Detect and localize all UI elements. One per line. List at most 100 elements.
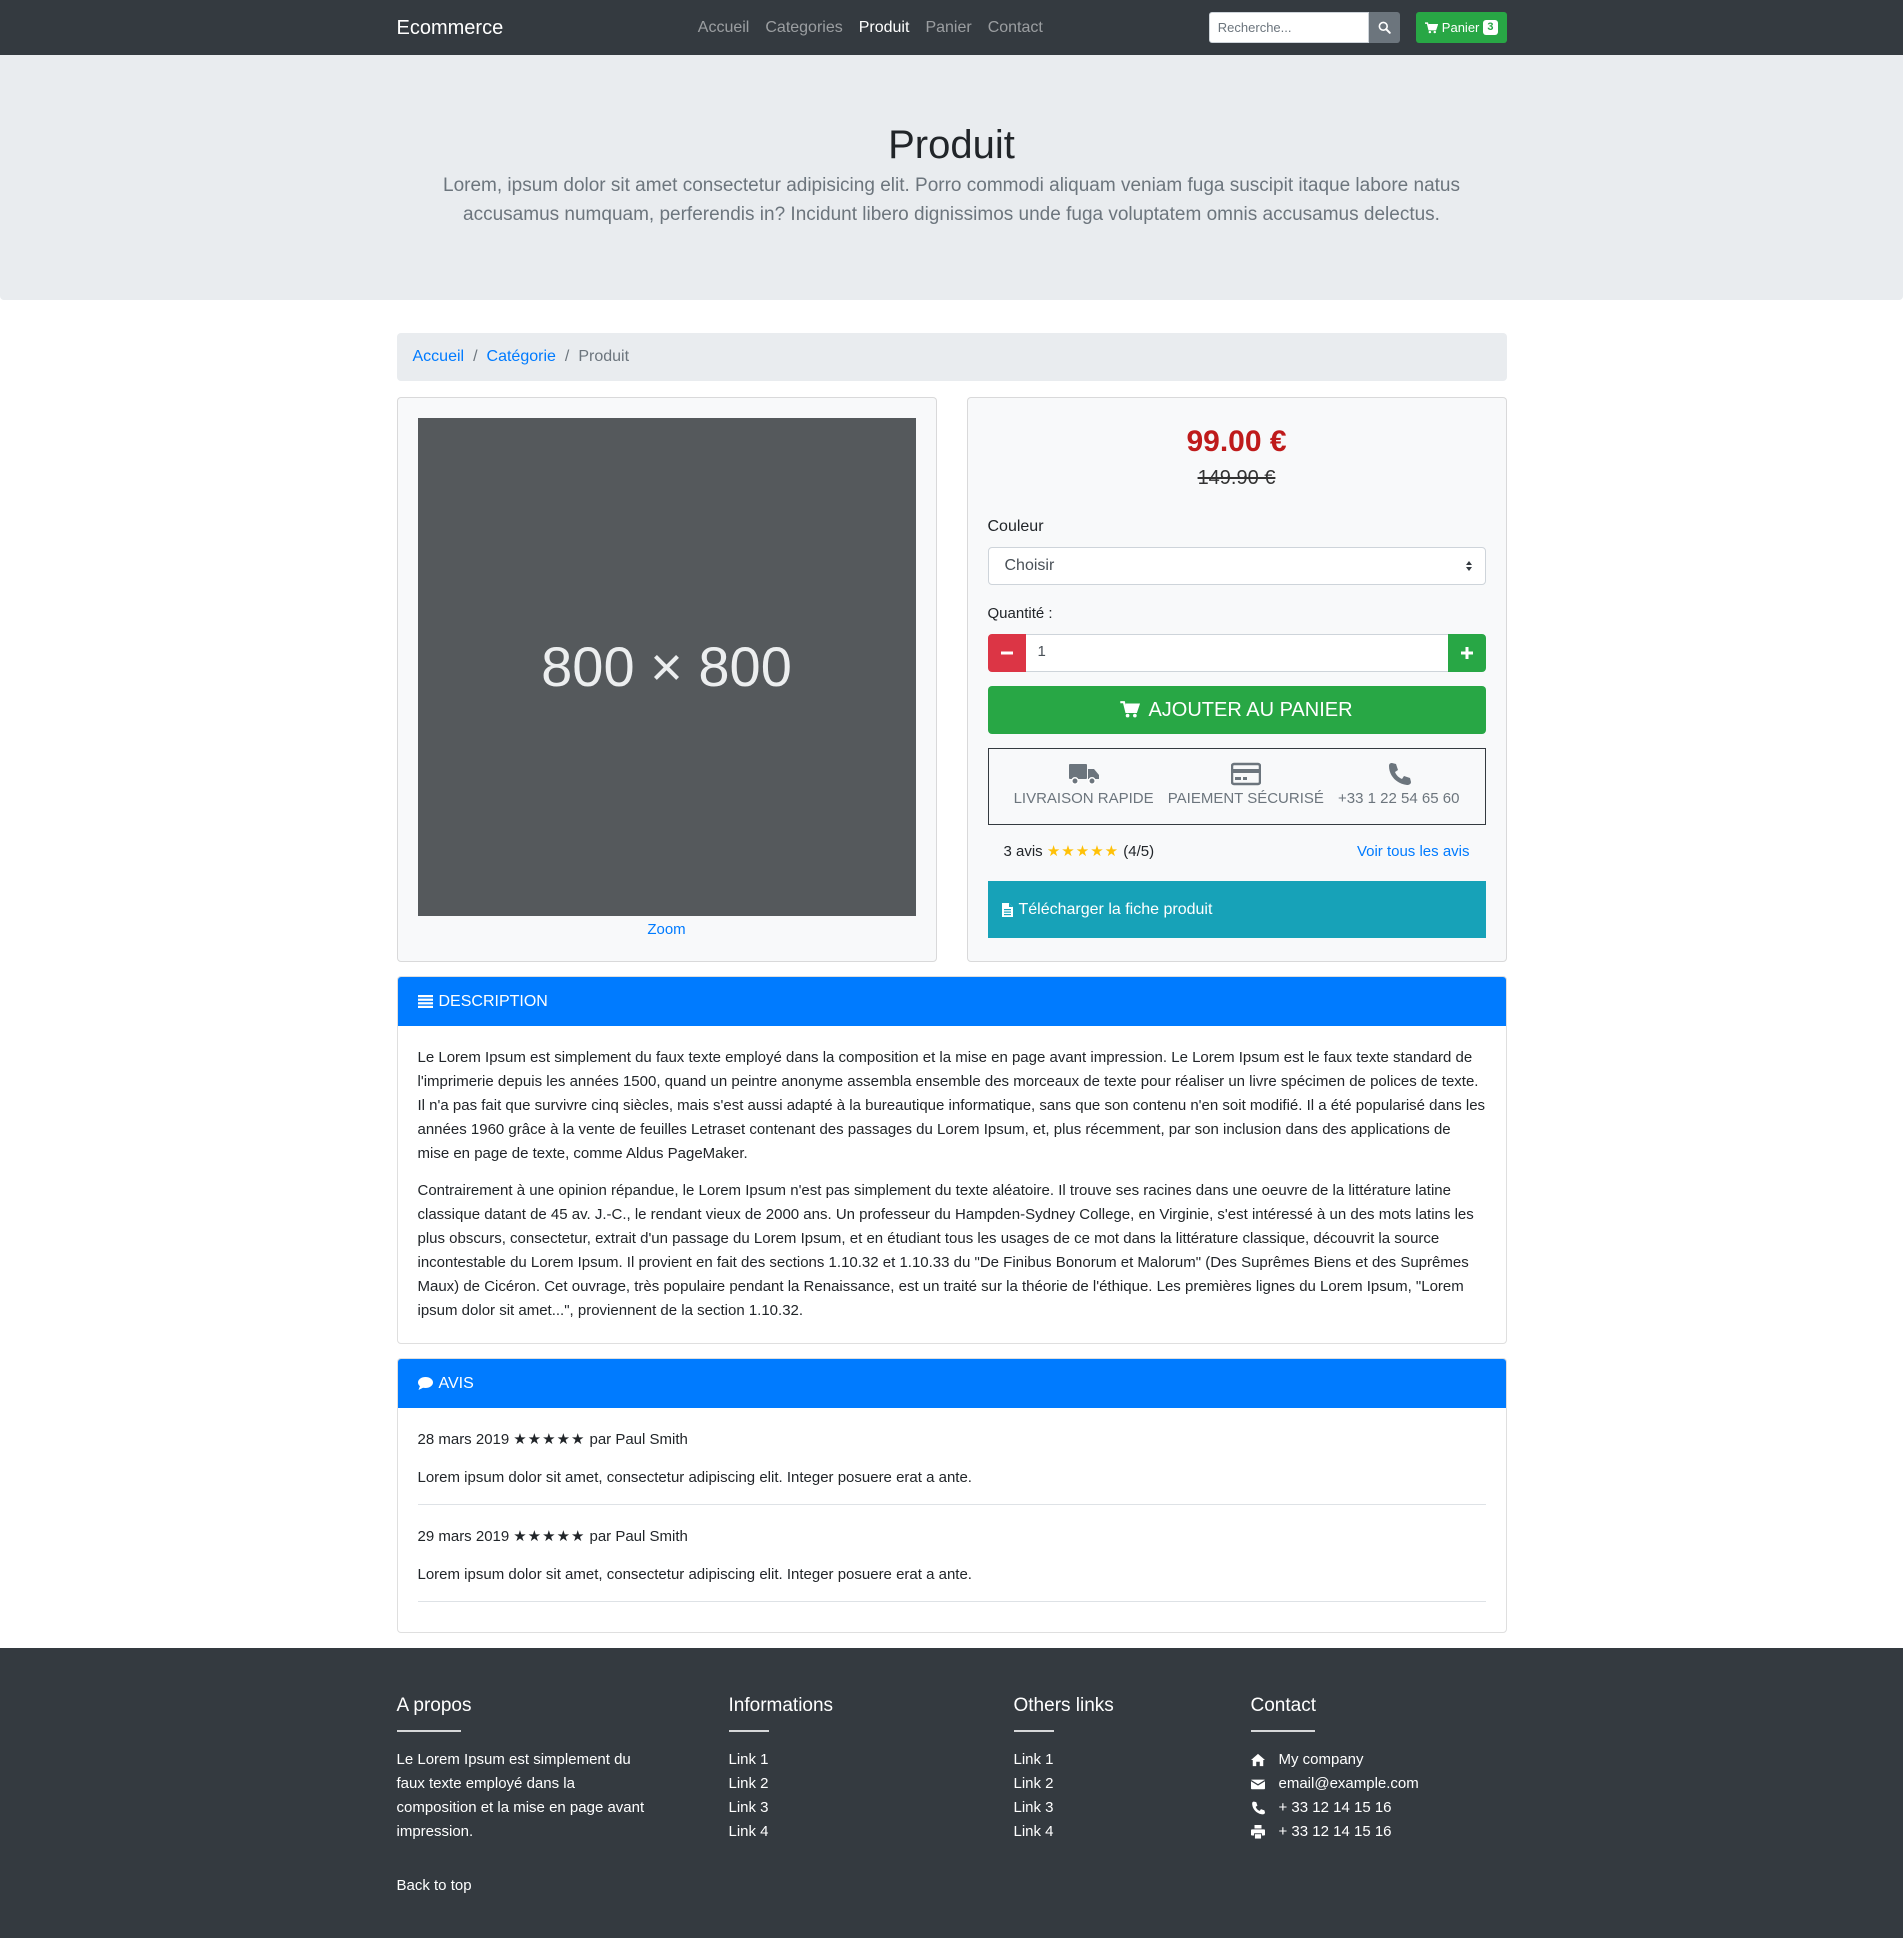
review-item: 29 mars 2019 ★★★★★ par Paul Smith Lorem … [417,1525,1486,1602]
cart-count-badge: 3 [1483,20,1498,35]
footer-info-link[interactable]: Link 4 [729,1823,769,1840]
footer-info-link[interactable]: Link 3 [729,1799,769,1816]
footer-about: A propos Le Lorem Ipsum est simplement d… [396,1694,729,1898]
product-price: 99.00 € [1186,425,1287,458]
breadcrumb-accueil[interactable]: Accueil [413,345,465,369]
description-paragraph: Contrairement à une opinion répandue, le… [417,1182,1474,1319]
credit-card-icon [1230,762,1261,785]
page-header: Produit Lorem, ipsum dolor sit amet cons… [0,55,1903,300]
home-icon [1250,1753,1265,1766]
phone-icon [1251,1801,1265,1815]
footer-contact-title: Contact [1250,1695,1316,1716]
contact-email: email@example.com [1278,1774,1419,1792]
quantity-stepper: 1 [987,633,1486,672]
footer-info-link[interactable]: Link 1 [729,1751,769,1768]
cart-button[interactable]: Panier 3 [1415,12,1507,43]
envelope-icon [1250,1779,1265,1789]
cart-label: Panier [1441,19,1480,35]
review-meta: 29 mars 2019 ★★★★★ par Paul Smith [418,1525,1486,1549]
image-placeholder-text: 800 × 800 [541,635,792,698]
select-arrows-icon [1465,561,1472,571]
quantity-input[interactable]: 1 [1025,633,1448,672]
footer-info-link[interactable]: Link 2 [729,1775,769,1792]
product-image[interactable]: 800 × 800 [417,418,916,916]
footer-divider [1250,1729,1315,1732]
quantity-label: Quantité : [987,605,1053,622]
rating-summary: 3 avis ★★★★★ (4/5) Voir tous les avis [988,841,1486,864]
footer-contact: Contact My company email@example.com + 3… [1250,1694,1507,1898]
add-to-cart-button[interactable]: AJOUTER AU PANIER [987,685,1486,734]
breadcrumb-categorie[interactable]: Catégorie [487,345,556,369]
review-text: Lorem ipsum dolor sit amet, consectetur … [417,1566,972,1583]
color-select[interactable]: Choisir [987,547,1486,585]
feature-payment-label: PAIEMENT SÉCURISÉ [1167,789,1324,807]
footer-divider [728,1729,769,1732]
page-lead: Lorem, ipsum dolor sit amet consectetur … [443,175,1460,226]
search-form [1208,12,1400,43]
nav-link-produit[interactable]: Produit [851,16,918,40]
review-meta: 28 mars 2019 ★★★★★ par Paul Smith [418,1428,1486,1452]
nav-link-accueil[interactable]: Accueil [690,16,758,40]
search-button[interactable] [1368,12,1400,43]
back-to-top-link[interactable]: Back to top [397,1875,472,1898]
product-old-price: 149.90 € [1197,467,1276,489]
footer-others-title: Others links [1013,1695,1114,1716]
reviews-header: AVIS [397,1359,1506,1408]
footer-others-link[interactable]: Link 3 [1014,1799,1054,1816]
reviews-title: AVIS [438,1374,474,1392]
contact-item: My company [1250,1748,1507,1772]
list-icon [417,995,433,1008]
search-icon [1378,21,1391,34]
print-icon [1250,1824,1265,1839]
review-date: 29 mars 2019 [417,1528,510,1545]
product-image-card: 800 × 800 Zoom [396,397,937,962]
color-label: Couleur [987,518,1044,535]
description-header: DESCRIPTION [397,977,1506,1026]
add-to-cart-label: AJOUTER AU PANIER [1148,698,1353,721]
zoom-link[interactable]: Zoom [418,919,916,942]
breadcrumb-separator: / [473,348,478,365]
footer-others-link[interactable]: Link 2 [1014,1775,1054,1792]
footer-others-links: Link 1 Link 2 Link 3 Link 4 [1014,1748,1251,1844]
review-text: Lorem ipsum dolor sit amet, consectetur … [417,1469,972,1486]
feature-payment: PAIEMENT SÉCURISÉ [1168,762,1324,811]
product-row: 800 × 800 Zoom 99.00 € 149.90 € Couleur … [396,397,1507,962]
review-stars: ★★★★★ [513,1528,586,1545]
breadcrumb-current: Produit [578,348,630,365]
footer-about-title: A propos [396,1695,472,1716]
footer-others-link[interactable]: Link 1 [1014,1751,1054,1768]
truck-icon [1068,763,1099,785]
nav-link-panier[interactable]: Panier [917,16,979,40]
description-title: DESCRIPTION [438,992,548,1010]
footer-informations: Informations Link 1 Link 2 Link 3 Link 4 [728,1694,1014,1898]
review-stars: ★★★★★ [513,1431,586,1448]
cart-icon [1120,701,1141,718]
color-select-value: Choisir [1004,557,1055,574]
review-date: 28 mars 2019 [417,1431,510,1448]
feature-phone: +33 1 22 54 65 60 [1338,762,1459,811]
breadcrumb-separator: / [564,348,570,365]
footer: A propos Le Lorem Ipsum est simplement d… [0,1648,1903,1938]
footer-info-links: Link 1 Link 2 Link 3 Link 4 [729,1748,1014,1844]
footer-info-title: Informations [728,1695,834,1716]
see-all-reviews-link[interactable]: Voir tous les avis [1357,841,1470,864]
contact-fax: + 33 12 14 15 16 [1278,1822,1392,1840]
reviews-count: 3 avis [1003,842,1043,860]
reviews-body: 28 mars 2019 ★★★★★ par Paul Smith Lorem … [398,1408,1506,1632]
plus-icon [1460,646,1473,659]
download-product-sheet-button[interactable]: Télécharger la fiche produit [987,881,1486,938]
main-nav: Accueil Categories Produit Panier Contac… [690,16,1201,40]
breadcrumb: Accueil / Catégorie / Produit [396,333,1507,381]
nav-link-contact[interactable]: Contact [980,16,1051,40]
search-input[interactable] [1208,12,1369,43]
quantity-increase-button[interactable] [1447,633,1486,672]
contact-item: + 33 12 14 15 16 [1250,1820,1507,1844]
reviews-panel: AVIS 28 mars 2019 ★★★★★ par Paul Smith L… [396,1358,1507,1633]
footer-others-link[interactable]: Link 4 [1014,1823,1054,1840]
nav-link-categories[interactable]: Categories [757,16,850,40]
rating-text: (4/5) [1123,842,1155,860]
footer-contact-list: My company email@example.com + 33 12 14 … [1250,1748,1507,1844]
brand-link[interactable]: Ecommerce [397,13,690,43]
quantity-decrease-button[interactable] [987,633,1026,672]
download-label: Télécharger la fiche produit [1018,900,1213,918]
